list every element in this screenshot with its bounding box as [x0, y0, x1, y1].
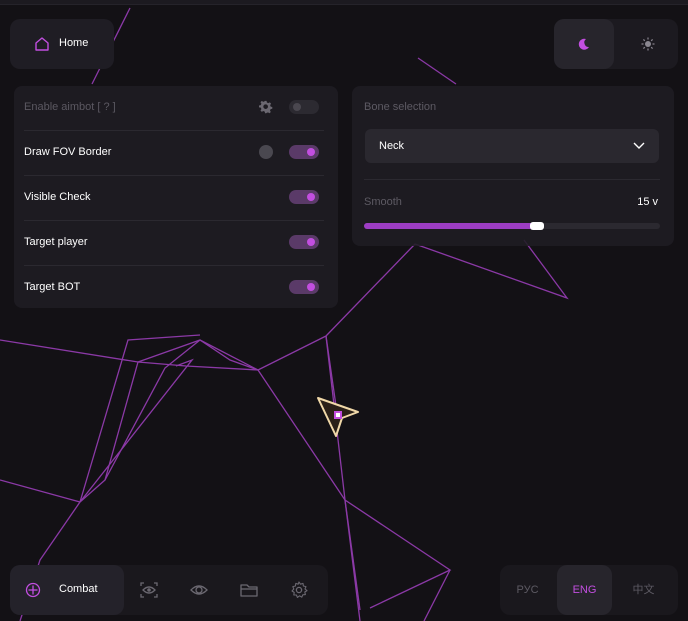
home-button[interactable]: Home — [10, 19, 114, 69]
target-bot-toggle[interactable] — [289, 280, 319, 294]
smooth-value: 15 v — [637, 196, 658, 208]
toggle-knob — [293, 103, 301, 111]
toggle-knob — [307, 148, 315, 156]
language-switcher: РУС ENG 中文 — [500, 565, 678, 615]
lang-zh-button[interactable]: 中文 — [616, 565, 671, 615]
bone-select-value: Neck — [379, 140, 405, 152]
sun-icon — [641, 37, 655, 51]
dark-theme-button[interactable] — [554, 19, 614, 69]
target-player-toggle[interactable] — [289, 235, 319, 249]
aimbot-settings-panel: Enable aimbot [ ? ] Draw FOV Border Visi… — [14, 86, 338, 308]
lang-ru-button[interactable]: РУС — [500, 565, 555, 615]
enable-aimbot-label: Enable aimbot [ ? ] — [24, 101, 116, 113]
toggle-knob — [307, 193, 315, 201]
fov-color-picker[interactable] — [259, 145, 273, 159]
bottom-navigation: Combat — [10, 565, 328, 615]
slider-thumb[interactable] — [530, 222, 544, 230]
crosshair-icon — [25, 582, 41, 598]
home-icon — [35, 37, 49, 51]
target-player-label: Target player — [24, 236, 88, 248]
gear-icon[interactable] — [289, 580, 309, 600]
light-theme-button[interactable] — [618, 19, 678, 69]
divider — [364, 179, 660, 180]
row-target-bot: Target BOT — [14, 266, 338, 311]
draw-fov-border-label: Draw FOV Border — [24, 146, 112, 158]
eye-icon[interactable] — [189, 580, 209, 600]
row-enable-aimbot: Enable aimbot [ ? ] — [14, 86, 338, 131]
eye-scan-icon[interactable] — [139, 580, 159, 600]
target-bot-label: Target BOT — [24, 281, 81, 293]
toggle-knob — [307, 238, 315, 246]
mouse-cursor-icon — [317, 397, 359, 437]
combat-tab[interactable]: Combat — [10, 565, 124, 615]
moon-icon — [578, 38, 589, 50]
row-draw-fov-border: Draw FOV Border — [14, 131, 338, 176]
row-target-player: Target player — [14, 221, 338, 266]
slider-fill — [364, 223, 536, 229]
row-visible-check: Visible Check — [14, 176, 338, 221]
bone-selection-panel: Bone selection Neck Smooth 15 v — [352, 86, 674, 246]
toggle-knob — [307, 283, 315, 291]
theme-switcher — [554, 19, 678, 69]
smooth-label: Smooth — [364, 196, 402, 208]
smooth-slider[interactable] — [364, 222, 660, 230]
draw-fov-border-toggle[interactable] — [289, 145, 319, 159]
visible-check-label: Visible Check — [24, 191, 91, 203]
bone-selection-title: Bone selection — [364, 101, 437, 113]
combat-label: Combat — [59, 583, 98, 595]
home-label: Home — [59, 37, 89, 49]
lang-en-button[interactable]: ENG — [557, 565, 612, 615]
chevron-down-icon — [633, 142, 645, 149]
bone-select-dropdown[interactable]: Neck — [365, 129, 659, 163]
folder-icon[interactable] — [239, 580, 259, 600]
gear-icon[interactable] — [259, 100, 273, 114]
enable-aimbot-toggle[interactable] — [289, 100, 319, 114]
visible-check-toggle[interactable] — [289, 190, 319, 204]
